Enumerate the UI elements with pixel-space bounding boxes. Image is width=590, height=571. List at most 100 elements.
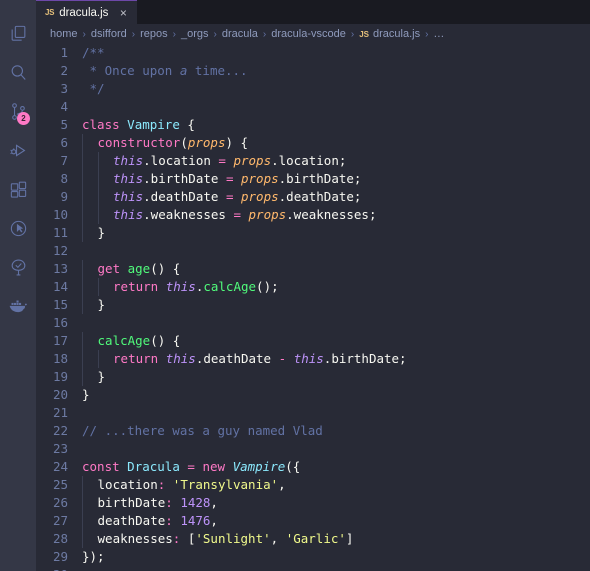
code-line[interactable]: 8 this.birthDate = props.birthDate; — [36, 170, 590, 188]
code-line[interactable]: 5class Vampire { — [36, 116, 590, 134]
code-token: return — [113, 351, 158, 366]
code-token: weaknesses — [98, 531, 173, 546]
code-line[interactable]: 26 birthDate: 1428, — [36, 494, 590, 512]
activity-item-search[interactable] — [0, 53, 36, 91]
code-line[interactable]: 6 constructor(props) { — [36, 134, 590, 152]
code-line[interactable]: 21 — [36, 404, 590, 422]
code-token: class — [82, 117, 120, 132]
code-token — [158, 351, 166, 366]
line-number: 28 — [36, 530, 82, 548]
breadcrumb-item[interactable]: … — [432, 28, 445, 40]
code-line-content: deathDate: 1476, — [82, 512, 590, 530]
remote-explorer-icon — [9, 219, 28, 238]
code-line-content: } — [82, 296, 590, 314]
code-line[interactable]: 28 weaknesses: ['Sunlight', 'Garlic'] — [36, 530, 590, 548]
indent-guide — [98, 206, 106, 224]
activity-item-explorer[interactable] — [0, 14, 36, 52]
breadcrumb-item[interactable]: _orgs — [180, 28, 210, 40]
breadcrumb-separator: › — [169, 29, 180, 40]
code-token: { — [173, 261, 181, 276]
code-token: ] — [346, 531, 354, 546]
indent-guide — [98, 152, 106, 170]
code-line[interactable]: 24const Dracula = new Vampire({ — [36, 458, 590, 476]
code-line[interactable]: 15 } — [36, 296, 590, 314]
breadcrumb-item[interactable]: dracula — [221, 28, 259, 40]
code-line[interactable]: 9 this.deathDate = props.deathDate; — [36, 188, 590, 206]
code-token: 1428 — [180, 495, 210, 510]
code-token: .birthDate — [143, 171, 226, 186]
close-icon[interactable]: × — [117, 7, 129, 19]
indent-guide — [98, 170, 106, 188]
breadcrumb-separator: › — [128, 29, 139, 40]
code-token: this — [113, 207, 143, 222]
code-line[interactable]: 27 deathDate: 1476, — [36, 512, 590, 530]
code-line[interactable]: 14 return this.calcAge(); — [36, 278, 590, 296]
tab-bar: JS dracula.js × — [36, 0, 590, 24]
indent-guide — [82, 530, 90, 548]
code-line[interactable]: 23 — [36, 440, 590, 458]
code-token: } — [98, 225, 106, 240]
code-token: * Once upon — [82, 63, 180, 78]
code-token — [233, 171, 241, 186]
indent-guide — [82, 332, 90, 350]
code-line[interactable]: 1/** — [36, 44, 590, 62]
search-icon — [9, 63, 28, 82]
code-line[interactable]: 20} — [36, 386, 590, 404]
code-line[interactable]: 2 * Once upon a time... — [36, 62, 590, 80]
code-token: props — [241, 189, 279, 204]
indent-guide — [82, 296, 90, 314]
code-line-content: const Dracula = new Vampire({ — [82, 458, 590, 476]
code-line[interactable]: 16 — [36, 314, 590, 332]
code-line-content: location: 'Transylvania', — [82, 476, 590, 494]
code-line[interactable]: 18 return this.deathDate - this.birthDat… — [36, 350, 590, 368]
code-line[interactable]: 4 — [36, 98, 590, 116]
code-token: }); — [82, 549, 105, 564]
indent-guide — [82, 368, 90, 386]
code-token: deathDate — [98, 513, 166, 528]
code-token: .location; — [271, 153, 346, 168]
indent-guide — [82, 206, 90, 224]
code-line-content: calcAge() { — [82, 332, 590, 350]
code-line[interactable]: 10 this.weaknesses = props.weaknesses; — [36, 206, 590, 224]
code-line[interactable]: 3 */ — [36, 80, 590, 98]
breadcrumb-item[interactable]: dsifford — [90, 28, 128, 40]
breadcrumb-item[interactable]: repos — [139, 28, 169, 40]
code-token: .weaknesses — [143, 207, 233, 222]
line-number: 10 — [36, 206, 82, 224]
code-line[interactable]: 11 } — [36, 224, 590, 242]
indent-space — [106, 170, 114, 188]
activity-item-remote-explorer[interactable] — [0, 209, 36, 247]
code-token: , — [271, 531, 286, 546]
code-token: { — [173, 333, 181, 348]
code-editor[interactable]: 1/**2 * Once upon a time...3 */45class V… — [36, 44, 590, 571]
activity-item-test-explorer[interactable] — [0, 248, 36, 286]
tab-dracula-js[interactable]: JS dracula.js × — [36, 0, 137, 24]
code-line-content: * Once upon a time... — [82, 62, 590, 80]
code-line[interactable]: 12 — [36, 242, 590, 260]
code-token: this — [113, 153, 143, 168]
code-line[interactable]: 13 get age() { — [36, 260, 590, 278]
code-line-content: } — [82, 368, 590, 386]
breadcrumb-item[interactable]: dracula.js — [372, 28, 421, 40]
code-token: , — [210, 495, 218, 510]
code-token — [165, 333, 173, 348]
breadcrumb-item[interactable]: dracula-vscode — [270, 28, 347, 40]
test-tree-icon — [9, 258, 28, 277]
code-line[interactable]: 25 location: 'Transylvania', — [36, 476, 590, 494]
code-line[interactable]: 30 — [36, 566, 590, 571]
code-token: .birthDate; — [279, 171, 362, 186]
code-line[interactable]: 7 this.location = props.location; — [36, 152, 590, 170]
line-number: 22 — [36, 422, 82, 440]
activity-item-run-and-debug[interactable] — [0, 131, 36, 169]
run-debug-icon — [9, 141, 28, 160]
breadcrumb-item[interactable]: home — [49, 28, 79, 40]
activity-item-source-control[interactable]: 2 — [0, 92, 36, 130]
line-number: 3 — [36, 80, 82, 98]
code-line[interactable]: 17 calcAge() { — [36, 332, 590, 350]
code-line[interactable]: 19 } — [36, 368, 590, 386]
activity-item-extensions[interactable] — [0, 170, 36, 208]
code-token: */ — [82, 81, 105, 96]
code-line[interactable]: 22// ...there was a guy named Vlad — [36, 422, 590, 440]
activity-item-docker[interactable] — [0, 287, 36, 325]
code-line[interactable]: 29}); — [36, 548, 590, 566]
